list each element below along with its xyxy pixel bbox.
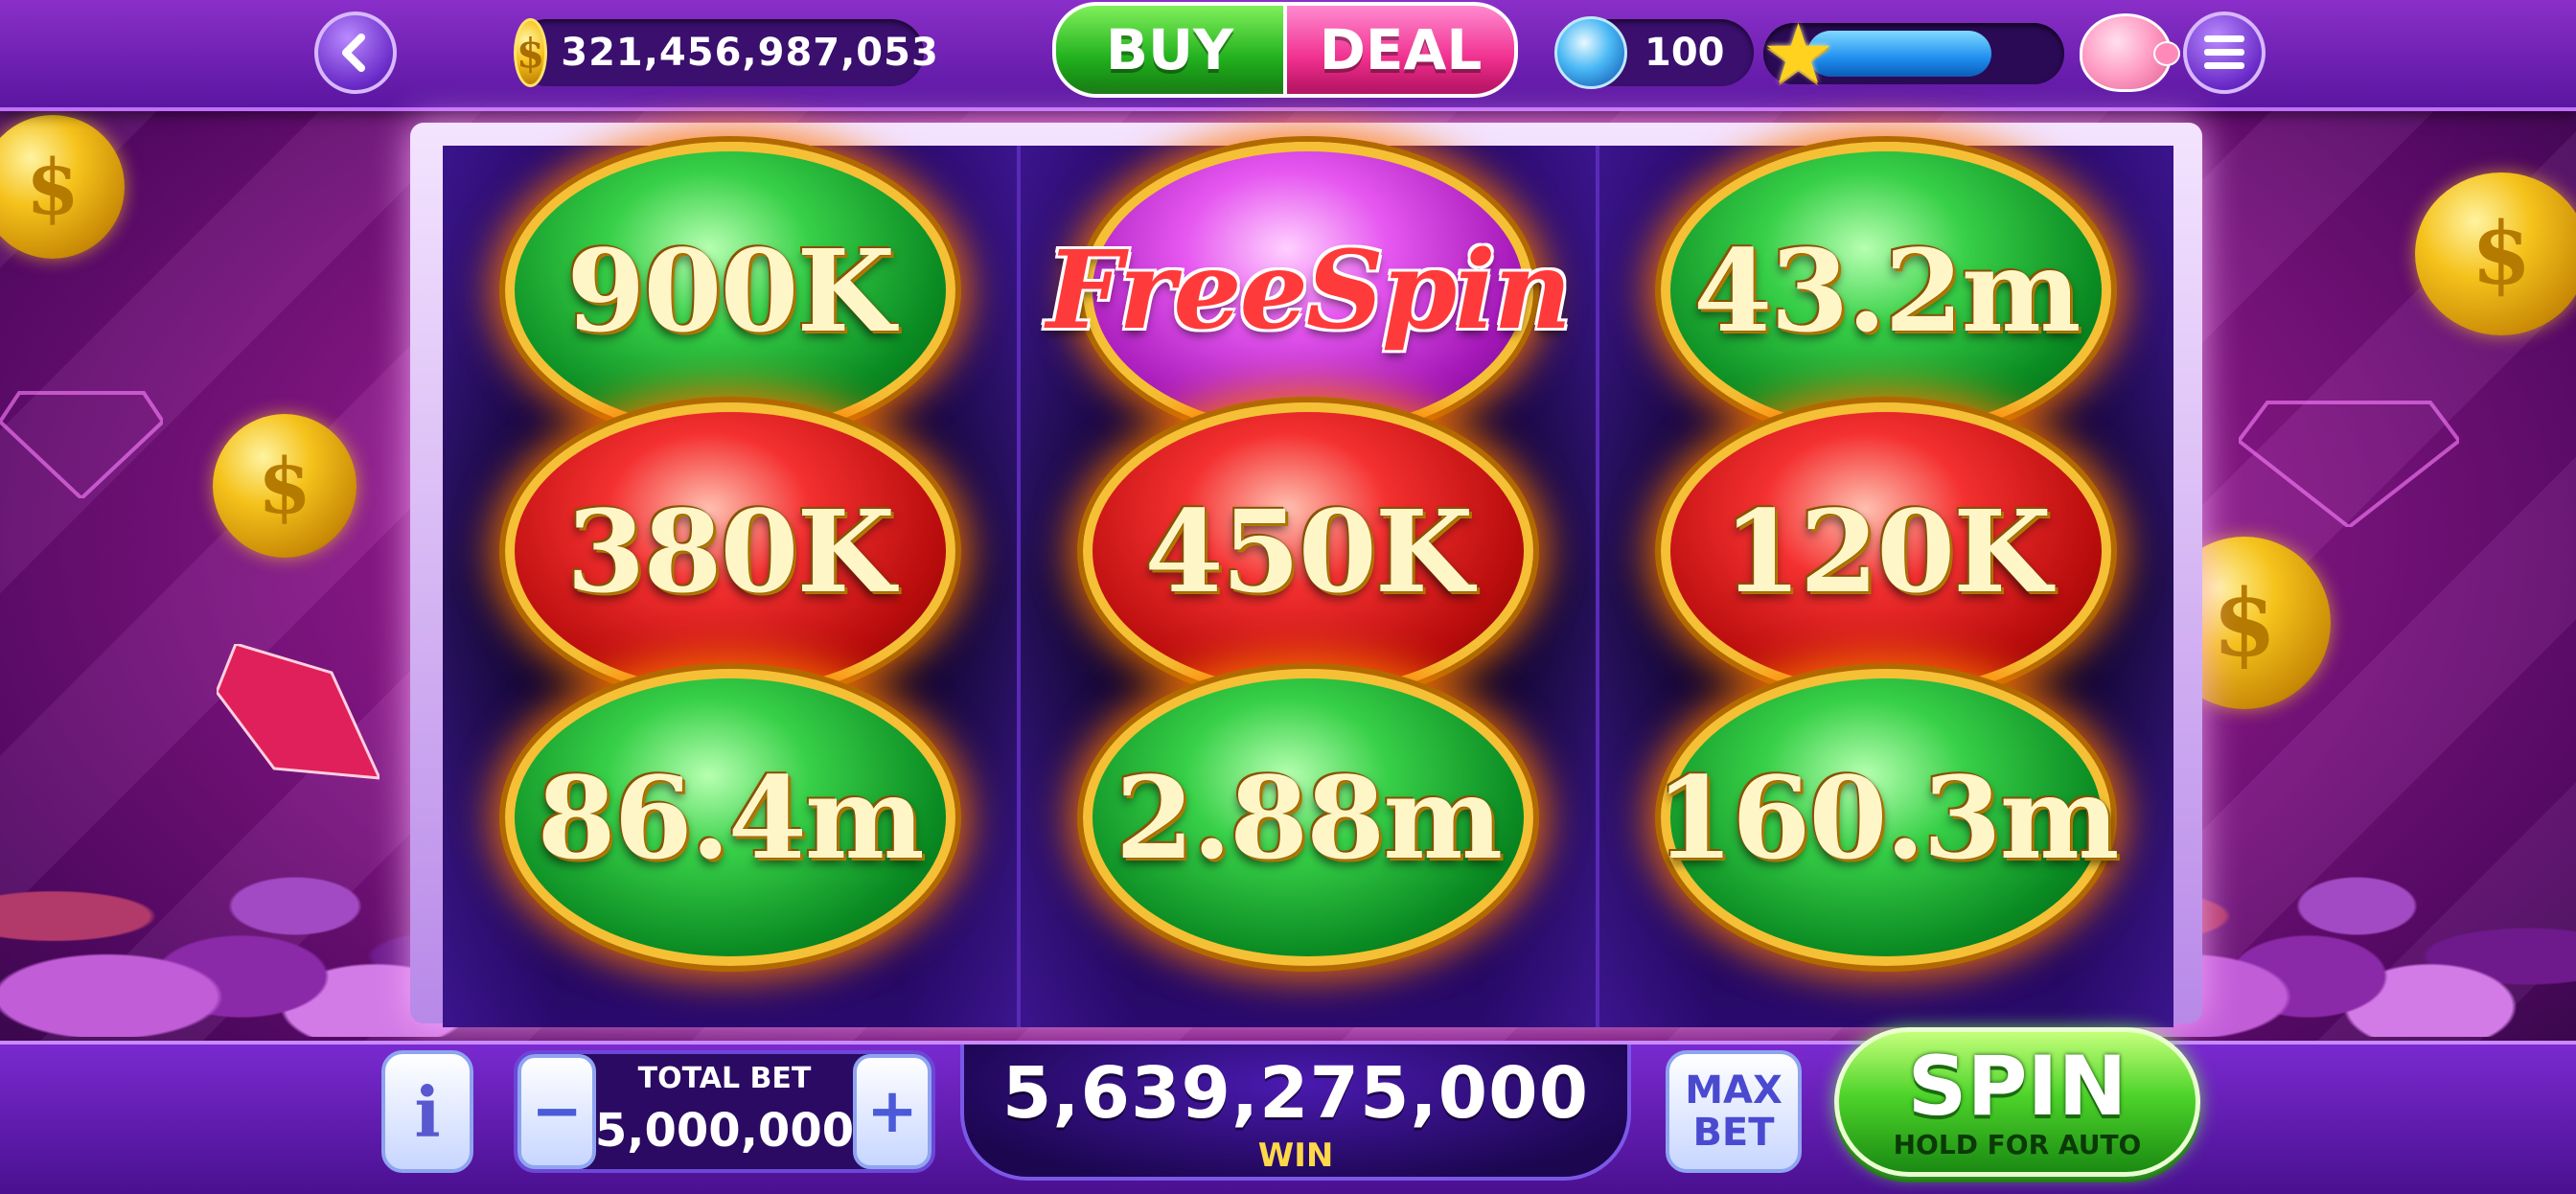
reel-symbol: 120K	[1661, 402, 2112, 700]
coin-balance: 321,456,987,053	[561, 31, 939, 75]
reel-1: 900K 380K 86.4m	[443, 142, 1018, 1027]
hold-for-auto-label: HOLD FOR AUTO	[1893, 1128, 2142, 1160]
gem-balance-display: 100	[1554, 16, 1754, 89]
gem-count: 100	[1644, 31, 1725, 75]
spin-button[interactable]: SPIN HOLD FOR AUTO	[1834, 1027, 2200, 1177]
symbol-value: 86.4m	[537, 750, 925, 884]
max-bet-button[interactable]: MAX BET	[1666, 1050, 1802, 1173]
back-button[interactable]	[314, 11, 397, 94]
decor-ruby-icon	[217, 644, 380, 780]
reel-symbol: 450K	[1082, 402, 1533, 700]
coin-icon: $	[514, 18, 548, 87]
piggy-bank-icon[interactable]	[2080, 13, 2180, 92]
chevron-left-icon	[342, 34, 365, 72]
decor-coin-icon: $	[2415, 172, 2576, 335]
total-bet-label: TOTAL BET	[637, 1062, 812, 1095]
max-bet-label-line1: MAX	[1685, 1068, 1782, 1113]
reel-symbol: 160.3m	[1655, 669, 2120, 966]
star-level-icon: ★	[1761, 7, 1836, 103]
reel-symbol: FreeSpin	[1046, 142, 1572, 439]
coin-balance-display: $ 321,456,987,053	[514, 18, 938, 87]
symbol-value: 43.2m	[1693, 223, 2081, 357]
decor-diamond-icon	[0, 391, 163, 498]
reel-2: FreeSpin 450K 2.88m	[1017, 142, 1596, 1027]
symbol-value: 2.88m	[1115, 750, 1503, 884]
buy-button[interactable]: BUY	[1052, 2, 1285, 98]
symbol-value: 160.3m	[1655, 750, 2119, 884]
symbol-value: 900K	[566, 223, 895, 357]
free-spin-symbol: FreeSpin	[1046, 227, 1572, 354]
symbol-value: 380K	[566, 484, 895, 618]
reel-3: 43.2m 120K 160.3m	[1595, 142, 2174, 1027]
max-bet-label-line2: BET	[1692, 1111, 1775, 1155]
total-bet-value: 5,000,000	[594, 1104, 855, 1158]
win-amount: 5,639,275,000	[1001, 1052, 1590, 1135]
reel-symbol: 86.4m	[504, 669, 955, 966]
symbol-value: 450K	[1144, 484, 1474, 618]
blue-gem-icon	[1554, 16, 1627, 89]
decrease-bet-button[interactable]: −	[518, 1054, 596, 1169]
reel-symbol: 900K	[504, 142, 955, 439]
reel-symbol: 2.88m	[1082, 669, 1533, 966]
reel-symbol: 380K	[504, 402, 955, 700]
reel-symbol: 43.2m	[1661, 142, 2112, 439]
hamburger-menu-icon	[2204, 35, 2244, 69]
decor-diamond-icon	[2239, 401, 2459, 527]
info-button[interactable]: i	[381, 1050, 473, 1173]
reel-area: 900K 380K 86.4m FreeSpin 450K 2.88m 43.2…	[443, 142, 2174, 1027]
decor-coin-icon: $	[213, 414, 356, 558]
increase-bet-button[interactable]: +	[853, 1054, 932, 1169]
deal-button[interactable]: DEAL	[1285, 2, 1518, 98]
symbol-value: 120K	[1722, 484, 2052, 618]
menu-button[interactable]	[2183, 11, 2266, 94]
win-label: WIN	[1257, 1137, 1334, 1175]
buy-deal-group: BUY DEAL	[1052, 2, 1518, 98]
spin-label: SPIN	[1907, 1038, 2128, 1135]
